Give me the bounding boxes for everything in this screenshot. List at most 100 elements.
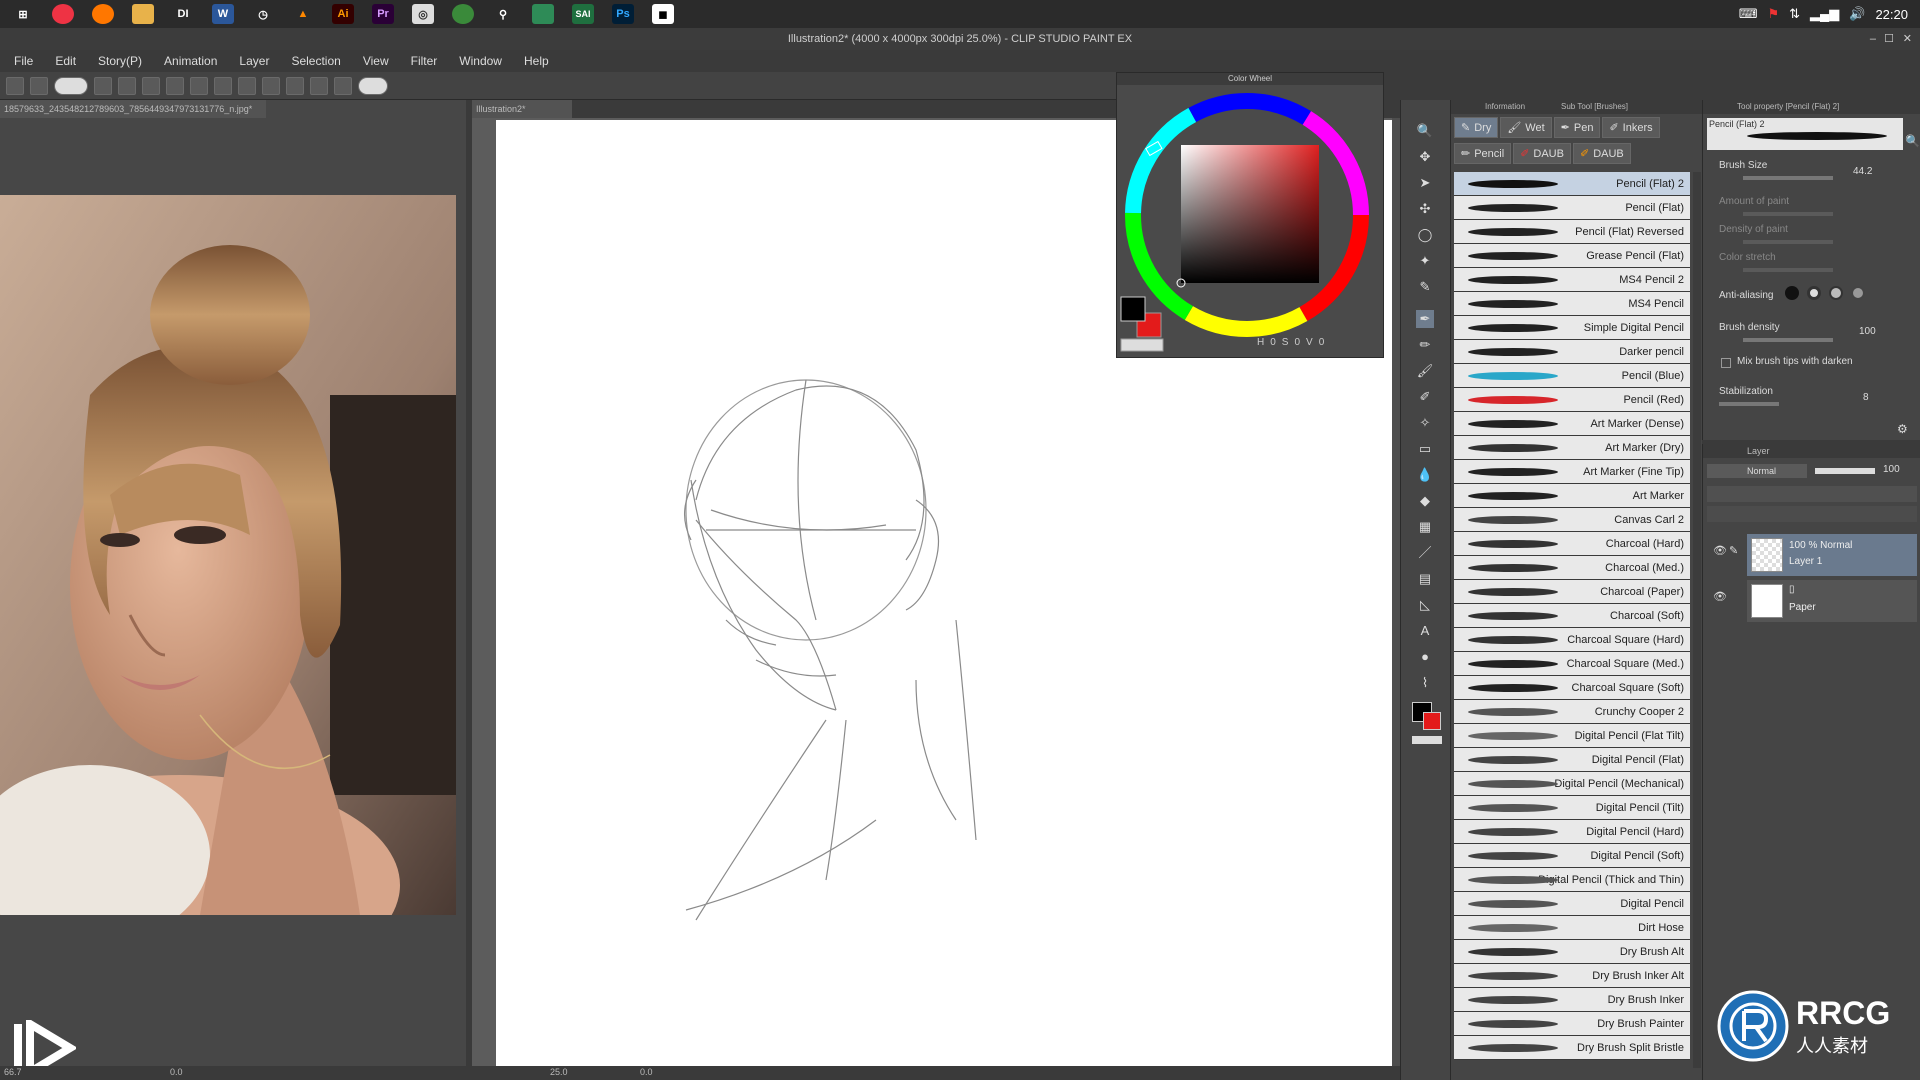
menu-window[interactable]: Window xyxy=(459,54,502,68)
file-explorer-icon[interactable] xyxy=(132,4,154,24)
close-icon[interactable]: ✕ xyxy=(1903,28,1912,50)
brush-list-scrollbar[interactable] xyxy=(1693,172,1701,1068)
canvas-angle-value[interactable]: 0.0 xyxy=(640,1067,653,1077)
brush-item[interactable]: Charcoal (Med.) xyxy=(1454,556,1690,580)
transparent-color-swatch[interactable] xyxy=(1120,338,1164,352)
aa-none-option[interactable] xyxy=(1785,286,1799,300)
menu-edit[interactable]: Edit xyxy=(55,54,76,68)
group-daub-tab-1[interactable]: ✐ DAUB xyxy=(1513,143,1571,164)
figure-tool-icon[interactable]: ／ xyxy=(1416,544,1434,562)
operation-tool-icon[interactable]: ➤ xyxy=(1416,174,1434,192)
brush-item[interactable]: Charcoal (Soft) xyxy=(1454,604,1690,628)
brush-item[interactable]: Charcoal (Hard) xyxy=(1454,532,1690,556)
airbrush-tool-icon[interactable]: ✐ xyxy=(1416,388,1434,406)
fill-tool-icon[interactable]: ◆ xyxy=(1416,492,1434,510)
brush-item[interactable]: Digital Pencil (Flat) xyxy=(1454,748,1690,772)
main-color-swatch[interactable] xyxy=(1120,296,1146,322)
brush-item[interactable]: Digital Pencil (Thick and Thin) xyxy=(1454,868,1690,892)
decoration-tool-icon[interactable]: ✧ xyxy=(1416,414,1434,432)
snap-ruler-icon[interactable] xyxy=(286,76,304,95)
illustrator-icon[interactable]: Ai xyxy=(332,4,354,24)
brush-item[interactable]: Pencil (Flat) 2 xyxy=(1454,172,1690,196)
chrome-icon[interactable] xyxy=(52,4,74,24)
menu-story[interactable]: Story(P) xyxy=(98,54,142,68)
save-icon[interactable] xyxy=(142,76,160,95)
canvas-vertical-scrollbar[interactable] xyxy=(1392,118,1400,1070)
brush-item[interactable]: Art Marker (Dry) xyxy=(1454,436,1690,460)
s-value[interactable]: 0 xyxy=(1294,337,1300,348)
grid-view-icon[interactable] xyxy=(6,76,24,95)
blend-mode-select[interactable]: Normal xyxy=(1707,464,1807,478)
brush-item[interactable]: Digital Pencil (Flat Tilt) xyxy=(1454,724,1690,748)
volume-icon[interactable]: 🔊 xyxy=(1849,6,1865,22)
group-inkers-tab[interactable]: ✐ Inkers xyxy=(1602,117,1660,138)
sai-app-icon[interactable]: SAI xyxy=(572,4,594,24)
windows-start-icon[interactable]: ⊞ xyxy=(12,4,34,24)
information-tab[interactable]: Information xyxy=(1485,100,1525,114)
brush-tool-icon[interactable]: 🖌 xyxy=(1416,362,1434,380)
app-di-icon[interactable]: DI xyxy=(172,4,194,24)
sub-color-chip[interactable] xyxy=(1423,712,1441,730)
frame-tool-icon[interactable]: ▤ xyxy=(1416,570,1434,588)
brush-item[interactable]: Digital Pencil (Hard) xyxy=(1454,820,1690,844)
stabilization-value[interactable]: 8 xyxy=(1863,392,1869,403)
keyboard-icon[interactable]: ⌨ xyxy=(1739,6,1758,22)
blend-tool-icon[interactable]: 💧 xyxy=(1416,466,1434,484)
brush-item[interactable]: Digital Pencil (Soft) xyxy=(1454,844,1690,868)
brush-item[interactable]: Pencil (Flat) xyxy=(1454,196,1690,220)
menu-file[interactable]: File xyxy=(14,54,33,68)
clip-studio-menu-icon[interactable] xyxy=(30,76,48,95)
new-file-icon[interactable] xyxy=(94,76,112,95)
brush-item[interactable]: Grease Pencil (Flat) xyxy=(1454,244,1690,268)
eraser-tool-icon[interactable]: ▭ xyxy=(1416,440,1434,458)
opacity-value[interactable]: 100 xyxy=(1883,464,1900,475)
person-app-icon[interactable]: ◼ xyxy=(652,4,674,24)
photoshop-icon[interactable]: Ps xyxy=(612,4,634,24)
group-daub-tab-2[interactable]: ✐ DAUB xyxy=(1572,143,1631,164)
correct-line-tool-icon[interactable]: ⌇ xyxy=(1416,674,1434,692)
brush-item[interactable]: Darker pencil xyxy=(1454,340,1690,364)
brush-item[interactable]: Canvas Carl 2 xyxy=(1454,508,1690,532)
brush-item[interactable]: Pencil (Blue) xyxy=(1454,364,1690,388)
brush-item[interactable]: Digital Pencil (Mechanical) xyxy=(1454,772,1690,796)
stabilization-slider[interactable] xyxy=(1719,402,1779,406)
vlc-icon[interactable]: ▲ xyxy=(292,4,314,24)
layer-row-paper[interactable]: ▯ Paper xyxy=(1747,580,1917,622)
layer1-edit-pen-icon[interactable]: ✎ xyxy=(1729,544,1738,557)
brush-size-slider[interactable] xyxy=(1743,176,1833,180)
clip-studio-logo-icon[interactable] xyxy=(54,76,88,95)
menu-layer[interactable]: Layer xyxy=(239,54,269,68)
brush-item[interactable]: Dirt Hose xyxy=(1454,916,1690,940)
brush-item[interactable]: Crunchy Cooper 2 xyxy=(1454,700,1690,724)
gradient-tool-icon[interactable]: ▦ xyxy=(1416,518,1434,536)
selection-tool-icon[interactable]: ◯ xyxy=(1416,226,1434,244)
aa-strong-option[interactable] xyxy=(1851,286,1865,300)
transparent-color-chip[interactable] xyxy=(1412,736,1442,744)
color-wheel[interactable] xyxy=(1117,85,1383,357)
magnifier-icon[interactable]: 🔍 xyxy=(1905,134,1920,148)
network-icon[interactable]: ⇅ xyxy=(1789,6,1800,22)
menu-help[interactable]: Help xyxy=(524,54,549,68)
layer1-visibility-eye-icon[interactable]: 👁 xyxy=(1713,544,1727,557)
brush-item[interactable]: Art Marker xyxy=(1454,484,1690,508)
brush-item[interactable]: Dry Brush Split Bristle xyxy=(1454,1036,1690,1060)
clear-selection-icon[interactable] xyxy=(214,76,232,95)
green-square-app-icon[interactable] xyxy=(532,4,554,24)
brush-item[interactable]: Digital Pencil (Tilt) xyxy=(1454,796,1690,820)
canvas-tab[interactable]: Illustration2* xyxy=(472,100,572,118)
menu-view[interactable]: View xyxy=(363,54,389,68)
brush-item[interactable]: Dry Brush Painter xyxy=(1454,1012,1690,1036)
pen-tool-icon[interactable]: ✒ xyxy=(1416,310,1434,328)
layer-row-layer1[interactable]: 100 % Normal Layer 1 xyxy=(1747,534,1917,576)
signal-icon[interactable]: ▂▄▆ xyxy=(1810,6,1839,22)
brush-item[interactable]: Art Marker (Dense) xyxy=(1454,412,1690,436)
brush-density-slider[interactable] xyxy=(1743,338,1833,342)
maximize-icon[interactable]: ☐ xyxy=(1884,28,1894,50)
menu-animation[interactable]: Animation xyxy=(164,54,217,68)
group-wet-tab[interactable]: 🖌 Wet xyxy=(1500,117,1552,138)
brush-item[interactable]: MS4 Pencil 2 xyxy=(1454,268,1690,292)
flag-icon[interactable]: ⚑ xyxy=(1767,6,1779,22)
snap-grid-icon[interactable] xyxy=(310,76,328,95)
brush-item[interactable]: Pencil (Red) xyxy=(1454,388,1690,412)
maps-pin-icon[interactable]: ⚲ xyxy=(492,4,514,24)
